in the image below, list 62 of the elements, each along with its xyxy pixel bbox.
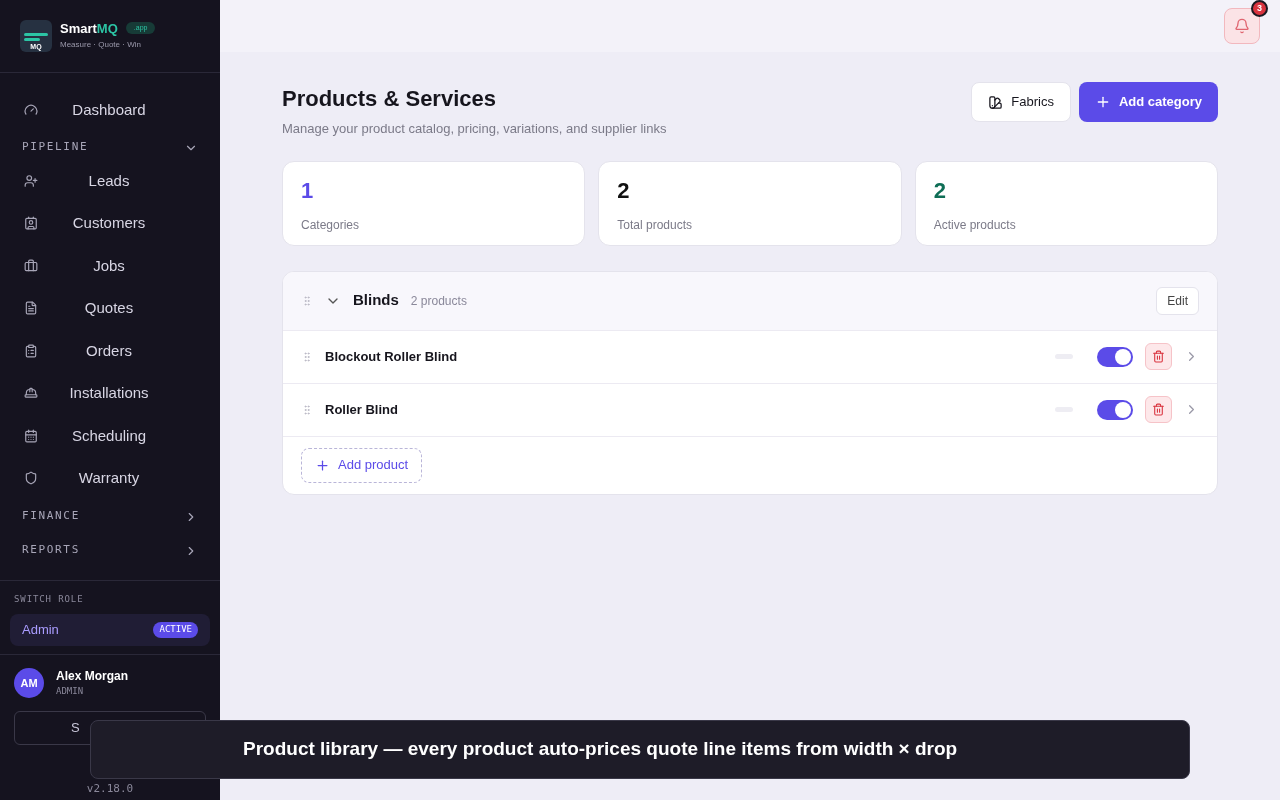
- nav-item[interactable]: Leads: [0, 159, 220, 202]
- trash-icon: [1152, 350, 1165, 363]
- drag-handle-icon[interactable]: [301, 403, 313, 416]
- swatch-icon: [988, 94, 1004, 110]
- nav-section[interactable]: FINANCE: [0, 499, 220, 534]
- trash-icon: [1152, 403, 1165, 416]
- clipboard-icon: [24, 343, 38, 358]
- nav-section[interactable]: REPORTS: [0, 533, 220, 568]
- drag-handle-icon[interactable]: [301, 294, 313, 307]
- nav-item[interactable]: Customers: [0, 202, 220, 245]
- product-row[interactable]: Blockout Roller Blind: [283, 330, 1217, 384]
- category-name: Blinds: [353, 290, 399, 311]
- role-item[interactable]: Admin ACTIVE: [10, 614, 210, 646]
- plus-icon: [315, 457, 330, 473]
- toast: Product library — every product auto-prices quote line items from width × drop: [90, 720, 1190, 779]
- nav-item[interactable]: Orders: [0, 329, 220, 372]
- gauge-icon: [24, 103, 38, 118]
- nav-item[interactable]: Scheduling: [0, 414, 220, 457]
- stat-value: 2: [933, 179, 947, 202]
- add-product-button[interactable]: Add product: [301, 447, 423, 483]
- active-toggle[interactable]: [1097, 346, 1133, 367]
- nav-section[interactable]: PIPELINE: [0, 135, 220, 160]
- delete-button[interactable]: [1145, 396, 1172, 423]
- shield-icon: [24, 471, 38, 486]
- product-name: Blockout Roller Blind: [325, 347, 458, 366]
- add-category-button[interactable]: Add category: [1078, 82, 1218, 122]
- stat-label: Active products: [933, 216, 1017, 234]
- bell-icon: [1234, 18, 1250, 34]
- drag-handle-icon[interactable]: [301, 350, 313, 363]
- hard-hat-icon: [24, 386, 38, 401]
- stat-value: 2: [617, 179, 631, 202]
- product-name: Roller Blind: [325, 400, 398, 419]
- stat-value: 1: [301, 179, 315, 202]
- page-title: Products & Services: [282, 85, 497, 113]
- product-row[interactable]: Roller Blind: [283, 383, 1217, 437]
- nav-item[interactable]: Installations: [0, 372, 220, 415]
- user-plus-icon: [24, 173, 38, 188]
- brand-name: SmartMQ: [60, 21, 118, 35]
- nav-item[interactable]: Warranty: [0, 457, 220, 500]
- notification-count: 3: [1251, 0, 1268, 17]
- calendar-icon: [24, 428, 38, 443]
- brand-tagline: Measure · Quote · Win: [60, 38, 142, 51]
- version-label: v2.18.0: [85, 780, 135, 797]
- user-name: Alex Morgan: [56, 668, 128, 685]
- user-role: ADMIN: [56, 685, 85, 698]
- page-subtitle: Manage your product catalog, pricing, variations, and supplier links: [282, 120, 667, 138]
- nav-item[interactable]: Dashboard: [0, 89, 220, 132]
- contact-card-icon: [24, 216, 38, 231]
- edit-button[interactable]: Edit: [1156, 286, 1199, 315]
- nav-item[interactable]: Jobs: [0, 244, 220, 287]
- avatar: AM: [14, 667, 44, 698]
- document-icon: [24, 301, 38, 316]
- delete-button[interactable]: [1145, 343, 1172, 370]
- status-badge: ACTIVE: [153, 622, 198, 638]
- nav-item[interactable]: Quotes: [0, 287, 220, 330]
- section-heading: SWITCH ROLE: [13, 592, 85, 606]
- active-toggle[interactable]: [1097, 399, 1133, 420]
- fabrics-button[interactable]: Fabrics: [971, 82, 1071, 122]
- briefcase-icon: [24, 258, 38, 273]
- product-count: 2 products: [410, 292, 467, 310]
- stat-label: Total products: [617, 216, 694, 234]
- stat-label: Categories: [301, 216, 361, 234]
